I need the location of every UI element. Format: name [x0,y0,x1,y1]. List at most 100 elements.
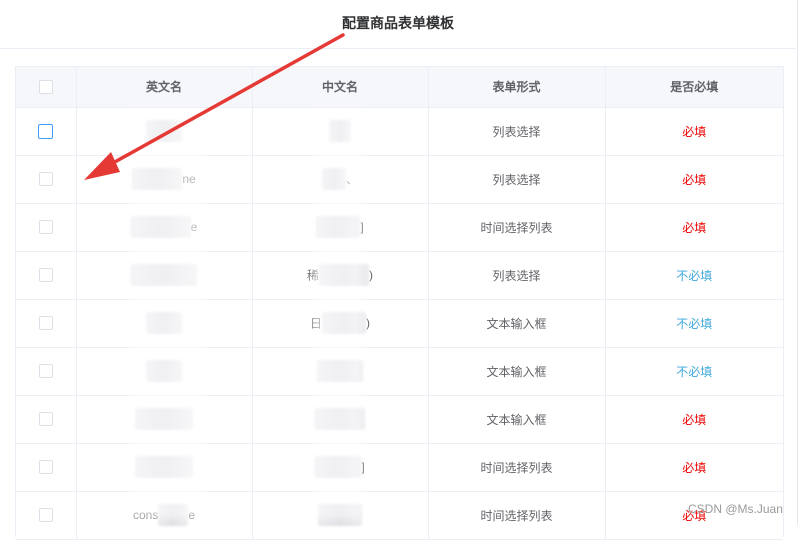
row-checkbox[interactable] [38,460,53,475]
header-chinese-name: 中文名 [252,67,429,108]
partial-text: e [188,508,196,522]
table-row[interactable]: 日) 文本输入框 不必填 [16,299,783,348]
table-row[interactable]: 文本输入框 不必填 [16,347,783,396]
cell-form-type: 文本输入框 [428,299,606,348]
blurred-value [146,312,182,334]
cell-required: 必填 [605,443,783,492]
cell-english-name [76,107,253,156]
row-checkbox[interactable] [38,364,53,379]
cell-required: 必填 [605,107,783,156]
row-select-cell [16,443,77,492]
cell-form-type: 时间选择列表 [428,491,606,540]
row-select-cell [16,155,77,204]
required-status: 必填 [682,412,707,427]
partial-text: ) [369,268,373,282]
header-form-type: 表单形式 [428,67,606,108]
row-checkbox[interactable] [38,123,54,139]
table-row[interactable]: 列表选择 必填 [16,107,783,156]
cell-form-type: 时间选择列表 [428,443,606,492]
required-status: 必填 [682,172,707,187]
row-checkbox[interactable] [38,412,53,427]
blurred-value [329,120,351,142]
header-required: 是否必填 [605,67,783,108]
cell-required: 不必填 [605,299,783,348]
partial-text: 稀 [306,268,319,283]
table-row[interactable]: ] 时间选择列表 必填 [16,443,783,492]
required-status: 必填 [682,124,707,139]
row-select-cell [16,107,77,156]
cell-english-name: e [76,203,253,252]
partial-text: cons [132,508,159,522]
table-row[interactable]: cons e 时间选择列表 必填 [16,491,783,540]
cell-english-name [76,395,253,444]
row-select-cell [16,299,77,348]
partial-text: 日 [309,316,322,331]
row-select-cell [16,347,77,396]
blurred-value [315,408,365,430]
template-table: 英文名 中文名 表单形式 是否必填 列表选择 必填 ne、列表选择 必填 e] 时间选择列… [15,66,784,540]
row-select-cell [16,251,77,300]
cell-form-type: 列表选择 [428,251,606,300]
row-select-cell [16,491,77,540]
csdn-watermark: CSDN @Ms.Juan [688,502,783,516]
select-all-cell [16,67,77,108]
row-checkbox[interactable] [38,508,53,523]
cell-chinese-name: 、 [252,155,429,204]
required-status: 必填 [682,460,707,475]
cell-required: 不必填 [605,347,783,396]
cell-english-name: cons e [76,491,253,540]
row-select-cell [16,203,77,252]
blurred-value [130,216,191,238]
blurred-value [315,456,362,478]
cell-chinese-name: 日) [252,299,429,348]
cell-chinese-name [252,347,429,396]
blurred-value [135,408,193,430]
cell-english-name [76,443,253,492]
cell-english-name: ne [76,155,253,204]
cell-form-type: 时间选择列表 [428,203,606,252]
blurred-value [321,168,346,190]
cell-chinese-name: ] [252,443,429,492]
blurred-value [146,120,182,142]
blurred-value [131,264,197,286]
cell-english-name [76,251,253,300]
cell-chinese-name: ] [252,203,429,252]
cell-chinese-name: 稀) [252,251,429,300]
row-checkbox[interactable] [38,316,53,331]
table-row[interactable]: e] 时间选择列表 必填 [16,203,783,252]
cell-form-type: 文本输入框 [428,347,606,396]
cell-required: 必填 [605,203,783,252]
partial-text: ] [361,460,365,474]
blurred-value [132,168,183,190]
blurred-value [318,504,362,526]
row-checkbox[interactable] [38,220,53,235]
required-status: 必填 [682,220,707,235]
cell-form-type: 列表选择 [428,107,606,156]
cell-required: 必填 [605,395,783,444]
cell-english-name [76,347,253,396]
table-row[interactable]: 稀) 列表选择 不必填 [16,251,783,300]
blurred-value [317,360,363,382]
blurred-value [146,360,182,382]
blurred-value [135,456,193,478]
cell-required: 必填 [605,155,783,204]
table-row[interactable]: 文本输入框 必填 [16,395,783,444]
partial-text: ) [366,316,370,330]
required-status: 不必填 [676,268,713,283]
cell-chinese-name [252,107,429,156]
row-select-cell [16,395,77,444]
dialog-title: 配置商品表单模板 [342,15,454,31]
partial-text: 、 [345,172,358,187]
blurred-value [319,264,369,286]
required-status: 不必填 [676,364,713,379]
row-checkbox[interactable] [38,268,53,283]
cell-chinese-name [252,491,429,540]
select-all-checkbox[interactable] [38,80,53,95]
cell-form-type: 列表选择 [428,155,606,204]
row-checkbox[interactable] [38,172,53,187]
header-english-name: 英文名 [76,67,253,108]
partial-text: e [190,220,198,234]
blurred-value [316,216,361,238]
blurred-value [322,312,366,334]
table-row[interactable]: ne 、 列表选择 必填 [16,155,783,204]
